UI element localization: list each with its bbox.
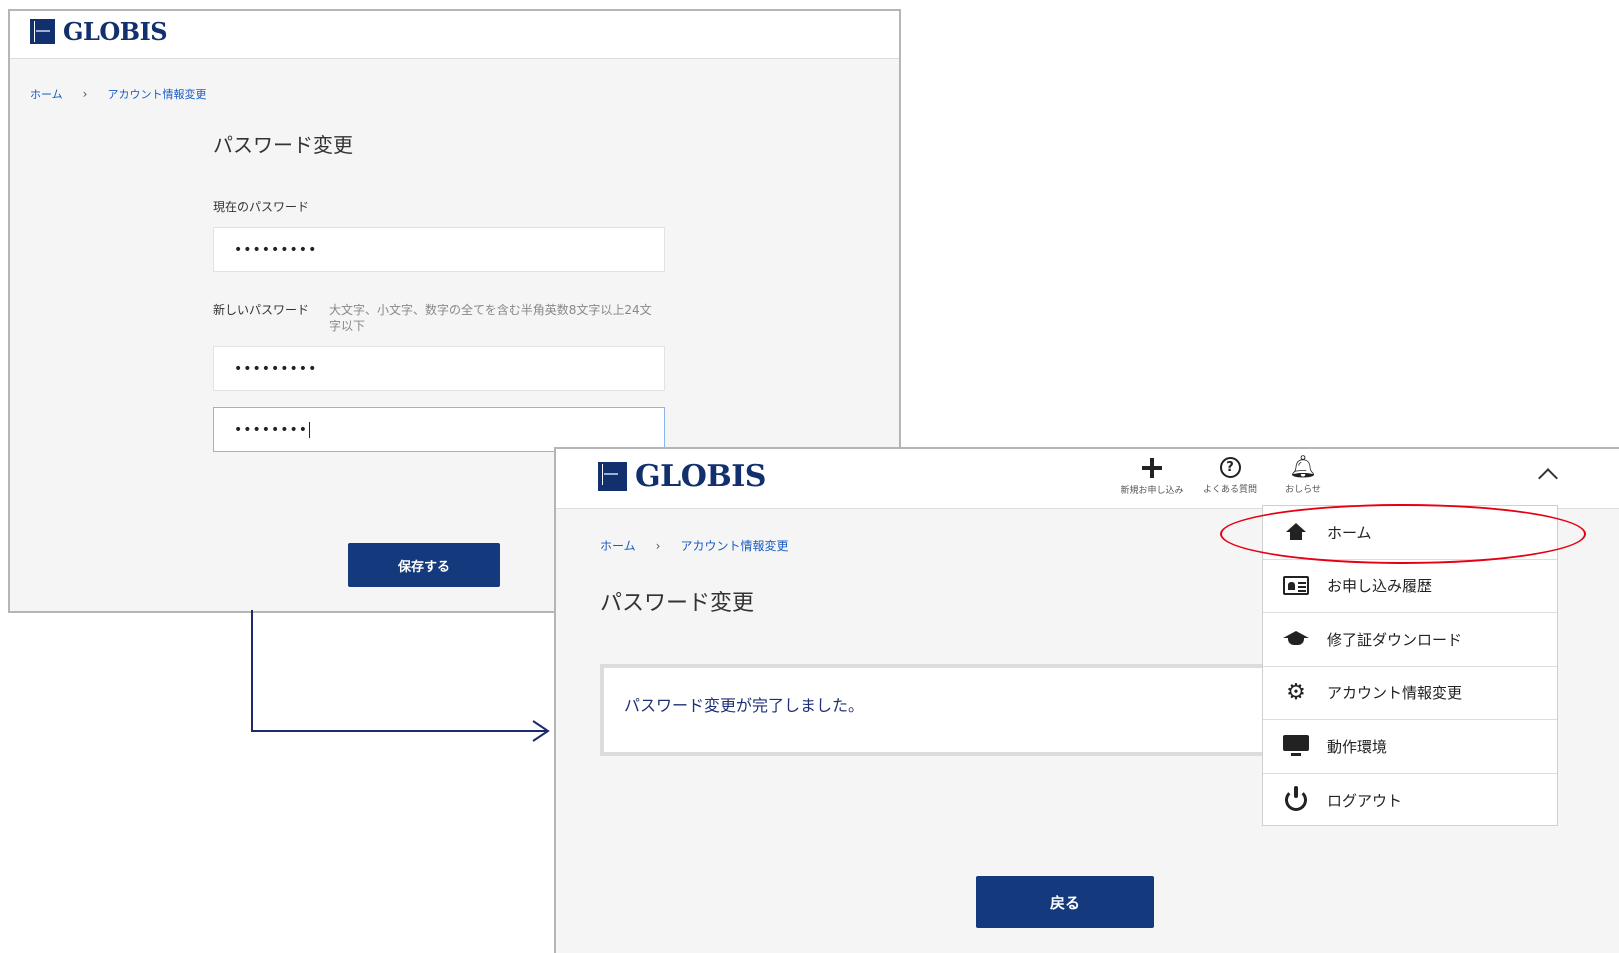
current-password-value: ••••••••• bbox=[234, 241, 318, 258]
menu-item-label: 動作環境 bbox=[1327, 737, 1388, 756]
account-dropdown-menu: ホーム お申し込み履歴 修了証ダウンロード ⚙︎ アカウント情報変更 動作環境 … bbox=[1262, 505, 1558, 826]
flow-arrow-head-icon bbox=[532, 720, 550, 742]
new-password-label: 新しいパスワード bbox=[213, 303, 310, 317]
new-password-value: ••••••••• bbox=[234, 360, 318, 377]
breadcrumb-home-link[interactable]: ホーム bbox=[30, 86, 63, 102]
new-application-label: 新規お申し込み bbox=[1120, 486, 1184, 496]
back-button[interactable]: 戻る bbox=[976, 876, 1154, 928]
logo-text: GLOBIS bbox=[63, 17, 168, 46]
header: GLOBIS 新規お申し込み ? よくある質問 🔔︎ おしらせ bbox=[556, 449, 1619, 509]
new-password-hint: 大文字、小文字、数字の全てを含む半角英数8文字以上24文字以下 bbox=[329, 303, 652, 333]
menu-item-label: ログアウト bbox=[1327, 791, 1403, 810]
id-card-icon bbox=[1283, 576, 1309, 596]
confirm-password-value: •••••••• bbox=[234, 421, 309, 438]
text-caret bbox=[309, 421, 311, 438]
flow-arrow-line bbox=[251, 610, 548, 732]
monitor-icon bbox=[1283, 735, 1309, 757]
page-title: パスワード変更 bbox=[213, 133, 353, 157]
globis-logo-mark-icon bbox=[598, 462, 627, 491]
success-notice: パスワード変更が完了しました。 bbox=[600, 664, 1300, 756]
faq-button[interactable]: ? よくある質問 bbox=[1190, 455, 1270, 495]
save-button[interactable]: 保存する bbox=[348, 543, 500, 587]
page-title: パスワード変更 bbox=[600, 591, 755, 616]
breadcrumb: ホーム › アカウント情報変更 bbox=[600, 537, 788, 554]
breadcrumb-account-link[interactable]: アカウント情報変更 bbox=[107, 86, 206, 102]
breadcrumb-account-link[interactable]: アカウント情報変更 bbox=[680, 537, 788, 554]
confirm-password-input[interactable]: •••••••• bbox=[213, 407, 665, 452]
current-password-input[interactable]: ••••••••• bbox=[213, 227, 665, 272]
menu-item-label: お申し込み履歴 bbox=[1327, 577, 1433, 596]
breadcrumb: ホーム › アカウント情報変更 bbox=[30, 86, 206, 102]
menu-item-certificate-download[interactable]: 修了証ダウンロード bbox=[1263, 613, 1557, 667]
graduation-cap-icon bbox=[1283, 629, 1309, 649]
menu-item-application-history[interactable]: お申し込み履歴 bbox=[1263, 560, 1557, 613]
menu-item-system-requirements[interactable]: 動作環境 bbox=[1263, 720, 1557, 774]
menu-item-logout[interactable]: ログアウト bbox=[1263, 774, 1557, 828]
bell-icon: 🔔︎ bbox=[1289, 455, 1317, 480]
notifications-button[interactable]: 🔔︎ おしらせ bbox=[1263, 455, 1343, 495]
header: GLOBIS bbox=[10, 11, 899, 59]
globis-logo[interactable]: GLOBIS bbox=[30, 17, 899, 46]
menu-item-account-settings[interactable]: ⚙︎ アカウント情報変更 bbox=[1263, 667, 1557, 720]
menu-item-label: ホーム bbox=[1327, 523, 1372, 542]
current-password-label: 現在のパスワード bbox=[213, 200, 310, 214]
home-icon bbox=[1286, 523, 1306, 541]
globis-logo-mark-icon bbox=[30, 19, 55, 44]
help-icon: ? bbox=[1219, 457, 1241, 478]
notifications-label: おしらせ bbox=[1285, 485, 1321, 495]
menu-item-home[interactable]: ホーム bbox=[1263, 506, 1557, 560]
breadcrumb-separator-icon: › bbox=[655, 538, 661, 553]
globis-logo[interactable]: GLOBIS bbox=[598, 459, 766, 494]
gear-icon: ⚙︎ bbox=[1286, 679, 1306, 705]
plus-icon bbox=[1142, 458, 1162, 478]
power-icon bbox=[1285, 786, 1307, 812]
new-application-button[interactable]: 新規お申し込み bbox=[1112, 455, 1192, 496]
logo-text: GLOBIS bbox=[635, 459, 766, 494]
menu-item-label: 修了証ダウンロード bbox=[1327, 630, 1463, 649]
breadcrumb-separator-icon: › bbox=[82, 87, 88, 101]
password-form: パスワード変更 現在のパスワード ••••••••• 新しいパスワード 大文字、… bbox=[213, 129, 665, 452]
menu-item-label: アカウント情報変更 bbox=[1327, 684, 1463, 703]
breadcrumb-home-link[interactable]: ホーム bbox=[600, 537, 636, 554]
faq-label: よくある質問 bbox=[1202, 485, 1257, 495]
chevron-up-icon[interactable] bbox=[1538, 468, 1558, 488]
new-password-input[interactable]: ••••••••• bbox=[213, 346, 665, 391]
